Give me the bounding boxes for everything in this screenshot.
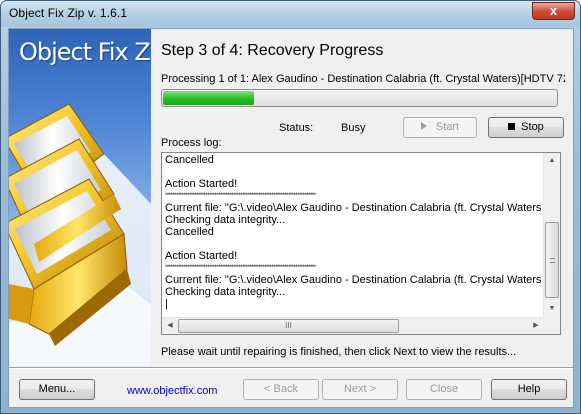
footer-divider (9, 367, 573, 369)
log-line: Action Started! (165, 250, 238, 262)
log-line: Current file: "G:\.video\Alex Gaudino - … (165, 274, 541, 286)
stop-button[interactable]: Stop (488, 117, 564, 138)
folder-stack-illustration (9, 103, 151, 366)
instruction-text: Please wait until repairing is finished,… (161, 346, 517, 358)
help-button[interactable]: Help (491, 379, 567, 400)
start-button[interactable]: Start (403, 117, 477, 138)
close-button[interactable]: Close (406, 379, 482, 400)
stop-button-label: Stop (521, 121, 544, 133)
scroll-left-arrow-icon[interactable]: ◀ (162, 318, 178, 334)
log-line: Checking data integrity... (165, 286, 286, 298)
wizard-client-area: Object Fix Zip (8, 28, 574, 408)
wizard-content: Step 3 of 4: Recovery Progress Processin… (161, 29, 571, 366)
side-banner: Object Fix Zip (9, 29, 151, 366)
grip-icon (550, 258, 555, 263)
step-title: Step 3 of 4: Recovery Progress (161, 42, 384, 59)
website-link[interactable]: www.objectfix.com (127, 385, 217, 397)
log-line: Current file: "G:\.video\Alex Gaudino - … (165, 202, 541, 214)
process-log-textarea[interactable]: Cancelled Action Started! ***************… (161, 152, 561, 335)
scroll-right-arrow-icon[interactable]: ▶ (528, 318, 544, 334)
log-line: Action Started! (165, 178, 238, 190)
menu-button[interactable]: Menu... (19, 379, 95, 400)
play-icon (420, 122, 427, 130)
status-value: Busy (341, 122, 366, 134)
vertical-scrollbar[interactable]: ▲ ▼ (543, 153, 560, 317)
log-line: Checking data integrity... (165, 214, 286, 226)
progress-bar (161, 89, 558, 107)
stop-icon (508, 123, 516, 130)
banner-logo-text: Object Fix Zip (19, 38, 151, 66)
back-button[interactable]: < Back (243, 379, 319, 400)
log-line: ****************************************… (165, 265, 316, 271)
log-line: Cancelled (165, 226, 214, 238)
start-button-label: Start (435, 121, 460, 133)
processing-status-text: Processing 1 of 1: Alex Gaudino - Destin… (161, 73, 565, 85)
scroll-down-arrow-icon[interactable]: ▼ (544, 301, 560, 317)
vertical-scroll-thumb[interactable] (545, 222, 559, 298)
horizontal-scrollbar[interactable]: ◀ III ▶ (162, 317, 544, 334)
log-line: ****************************************… (165, 193, 316, 199)
status-label: Status: (279, 122, 314, 134)
scroll-up-arrow-icon[interactable]: ▲ (544, 153, 560, 169)
title-bar[interactable]: Object Fix Zip v. 1.6.1 x (1, 1, 580, 27)
next-button[interactable]: Next > (322, 379, 398, 400)
scrollbar-corner (543, 317, 560, 334)
process-log-label: Process log: (161, 137, 222, 149)
log-line: | (165, 298, 168, 310)
app-window: Object Fix Zip v. 1.6.1 x Object Fix Zip (0, 0, 581, 414)
window-title: Object Fix Zip v. 1.6.1 (9, 6, 128, 20)
log-lines: Cancelled Action Started! ***************… (165, 154, 541, 310)
window-close-button[interactable]: x (532, 2, 575, 20)
log-line: Cancelled (165, 154, 214, 166)
progress-fill (163, 91, 254, 105)
horizontal-scroll-thumb[interactable]: III (178, 319, 399, 333)
